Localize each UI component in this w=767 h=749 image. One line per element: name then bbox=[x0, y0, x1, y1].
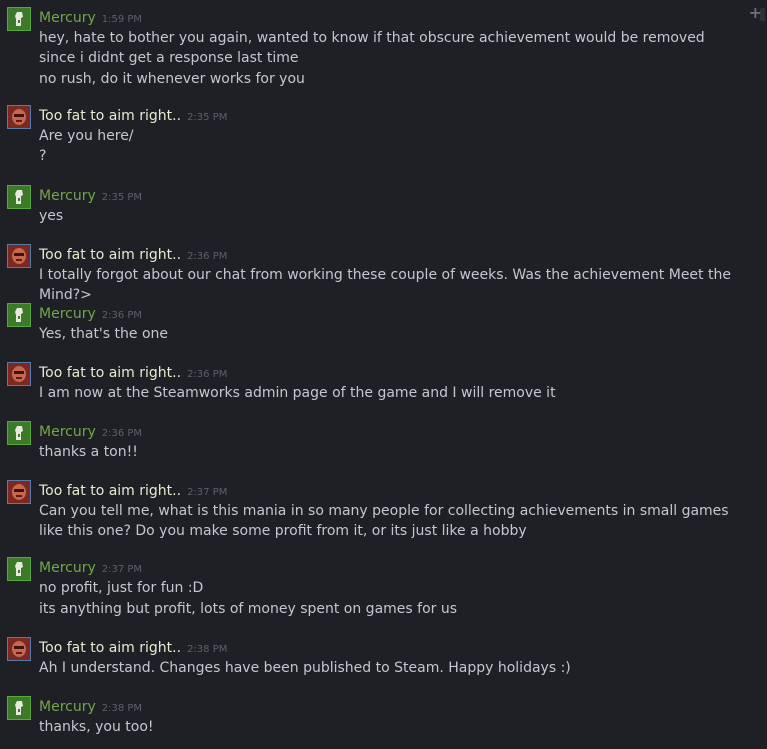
message-text: yes bbox=[39, 208, 64, 224]
message-text: hey, hate to bother you again, wanted to… bbox=[39, 30, 705, 66]
message-body: thanks, you too! bbox=[39, 717, 744, 737]
timestamp: 1:59 PM bbox=[101, 14, 143, 25]
avatar[interactable] bbox=[7, 421, 31, 445]
sender-name[interactable]: Too fat to aim right.. bbox=[39, 108, 181, 124]
message-body: Ah I understand. Changes have been publi… bbox=[39, 658, 744, 678]
message-body: Yes, that's the one bbox=[39, 324, 744, 344]
toofat-avatar-icon bbox=[8, 245, 30, 267]
message-text: Yes, that's the one bbox=[39, 326, 169, 342]
timestamp: 2:36 PM bbox=[101, 428, 143, 439]
toofat-avatar-icon bbox=[8, 106, 30, 128]
message-header: Mercury 2:38 PM bbox=[39, 696, 142, 716]
message-body: I totally forgot about our chat from wor… bbox=[39, 265, 744, 305]
avatar[interactable] bbox=[7, 696, 31, 720]
message-header: Too fat to aim right.. 2:35 PM bbox=[39, 105, 227, 125]
message-text: Can you tell me, what is this mania in s… bbox=[39, 503, 729, 539]
toofat-avatar-icon bbox=[8, 363, 30, 385]
message-body: hey, hate to bother you again, wanted to… bbox=[39, 28, 744, 89]
message-body: thanks a ton!! bbox=[39, 442, 744, 462]
avatar[interactable] bbox=[7, 303, 31, 327]
timestamp: 2:38 PM bbox=[187, 644, 228, 655]
mercury-avatar-icon bbox=[8, 304, 30, 326]
avatar[interactable] bbox=[7, 557, 31, 581]
message-body: no profit, just for fun :D its anything … bbox=[39, 578, 744, 619]
sender-name[interactable]: Mercury bbox=[39, 424, 96, 440]
sender-name[interactable]: Mercury bbox=[39, 699, 96, 715]
message-header: Too fat to aim right.. 2:36 PM bbox=[39, 244, 227, 264]
sender-name[interactable]: Too fat to aim right.. bbox=[39, 365, 181, 381]
timestamp: 2:38 PM bbox=[101, 703, 143, 714]
message-header: Too fat to aim right.. 2:37 PM bbox=[39, 480, 227, 500]
message-text: I totally forgot about our chat from wor… bbox=[39, 267, 731, 303]
message-header: Mercury 1:59 PM bbox=[39, 7, 142, 27]
avatar[interactable] bbox=[7, 105, 31, 129]
timestamp: 2:36 PM bbox=[187, 251, 228, 262]
timestamp: 2:36 PM bbox=[101, 310, 143, 321]
sender-name[interactable]: Mercury bbox=[39, 306, 96, 322]
message-text: Ah I understand. Changes have been publi… bbox=[39, 660, 571, 676]
message-header: Mercury 2:35 PM bbox=[39, 185, 142, 205]
mercury-avatar-icon bbox=[8, 558, 30, 580]
message-text: thanks a ton!! bbox=[39, 444, 138, 460]
toofat-avatar-icon bbox=[8, 638, 30, 660]
avatar[interactable] bbox=[7, 362, 31, 386]
message-text: ? bbox=[39, 148, 47, 164]
timestamp: 2:36 PM bbox=[187, 369, 228, 380]
message-text: no profit, just for fun :D bbox=[39, 580, 204, 596]
add-icon[interactable]: + bbox=[749, 5, 765, 23]
sender-name[interactable]: Mercury bbox=[39, 10, 96, 26]
message-header: Mercury 2:36 PM bbox=[39, 303, 142, 323]
message-header: Mercury 2:36 PM bbox=[39, 421, 142, 441]
timestamp: 2:37 PM bbox=[101, 564, 143, 575]
mercury-avatar-icon bbox=[8, 697, 30, 719]
message-text: Are you here/ bbox=[39, 128, 134, 144]
sender-name[interactable]: Mercury bbox=[39, 188, 96, 204]
toofat-avatar-icon bbox=[8, 481, 30, 503]
message-header: Too fat to aim right.. 2:36 PM bbox=[39, 362, 227, 382]
message-header: Mercury 2:37 PM bbox=[39, 557, 142, 577]
avatar[interactable] bbox=[7, 637, 31, 661]
sender-name[interactable]: Too fat to aim right.. bbox=[39, 247, 181, 263]
message-header: Too fat to aim right.. 2:38 PM bbox=[39, 637, 227, 657]
plus-icon[interactable]: + bbox=[749, 5, 762, 21]
message-text: thanks, you too! bbox=[39, 719, 154, 735]
timestamp: 2:35 PM bbox=[101, 192, 143, 203]
sender-name[interactable]: Too fat to aim right.. bbox=[39, 640, 181, 656]
message-text: its anything but profit, lots of money s… bbox=[39, 601, 458, 617]
avatar[interactable] bbox=[7, 244, 31, 268]
mercury-avatar-icon bbox=[8, 8, 30, 30]
avatar[interactable] bbox=[7, 480, 31, 504]
mercury-avatar-icon bbox=[8, 186, 30, 208]
mercury-avatar-icon bbox=[8, 422, 30, 444]
message-body: yes bbox=[39, 206, 744, 226]
message-text: I am now at the Steamworks admin page of… bbox=[39, 385, 556, 401]
avatar[interactable] bbox=[7, 7, 31, 31]
timestamp: 2:37 PM bbox=[187, 487, 228, 498]
message-body: Are you here/ ? bbox=[39, 126, 744, 166]
sender-name[interactable]: Too fat to aim right.. bbox=[39, 483, 181, 499]
message-body: Can you tell me, what is this mania in s… bbox=[39, 501, 744, 541]
message-text: no rush, do it whenever works for you bbox=[39, 71, 305, 87]
sender-name[interactable]: Mercury bbox=[39, 560, 96, 576]
timestamp: 2:35 PM bbox=[187, 112, 228, 123]
chat-log: + Mercury 1:59 PM hey, hate to bother you… bbox=[0, 0, 767, 749]
avatar[interactable] bbox=[7, 185, 31, 209]
message-body: I am now at the Steamworks admin page of… bbox=[39, 383, 744, 403]
